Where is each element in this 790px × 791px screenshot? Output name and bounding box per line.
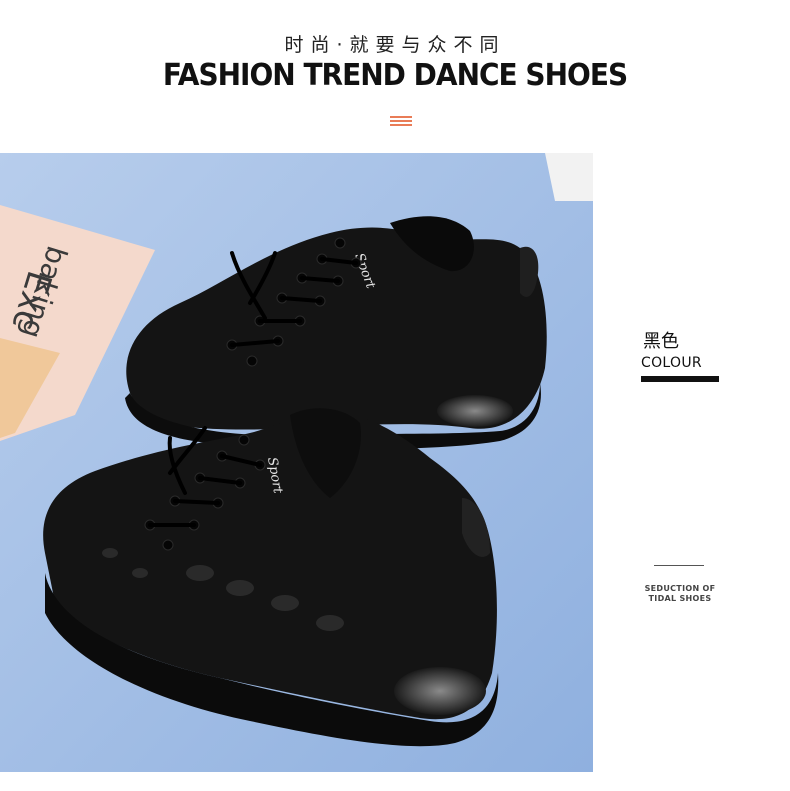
side-caption-line1: SEDUCTION OF (644, 584, 716, 593)
header-title: FASHION TREND DANCE SHOES (162, 56, 628, 93)
product-photo: Exc baking Sport Sport (0, 153, 593, 772)
colour-label-en: COLOUR (641, 355, 702, 371)
accent-lines-icon (390, 116, 412, 128)
header-subtitle: 时尚·就要与众不同 (284, 34, 506, 56)
side-caption-line2: TIDAL SHOES (648, 594, 712, 603)
colour-label-zh: 黑色 (643, 331, 679, 352)
colour-swatch-bar (641, 376, 719, 382)
side-caption: SEDUCTION OF TIDAL SHOES (630, 584, 730, 604)
side-divider (654, 565, 704, 566)
